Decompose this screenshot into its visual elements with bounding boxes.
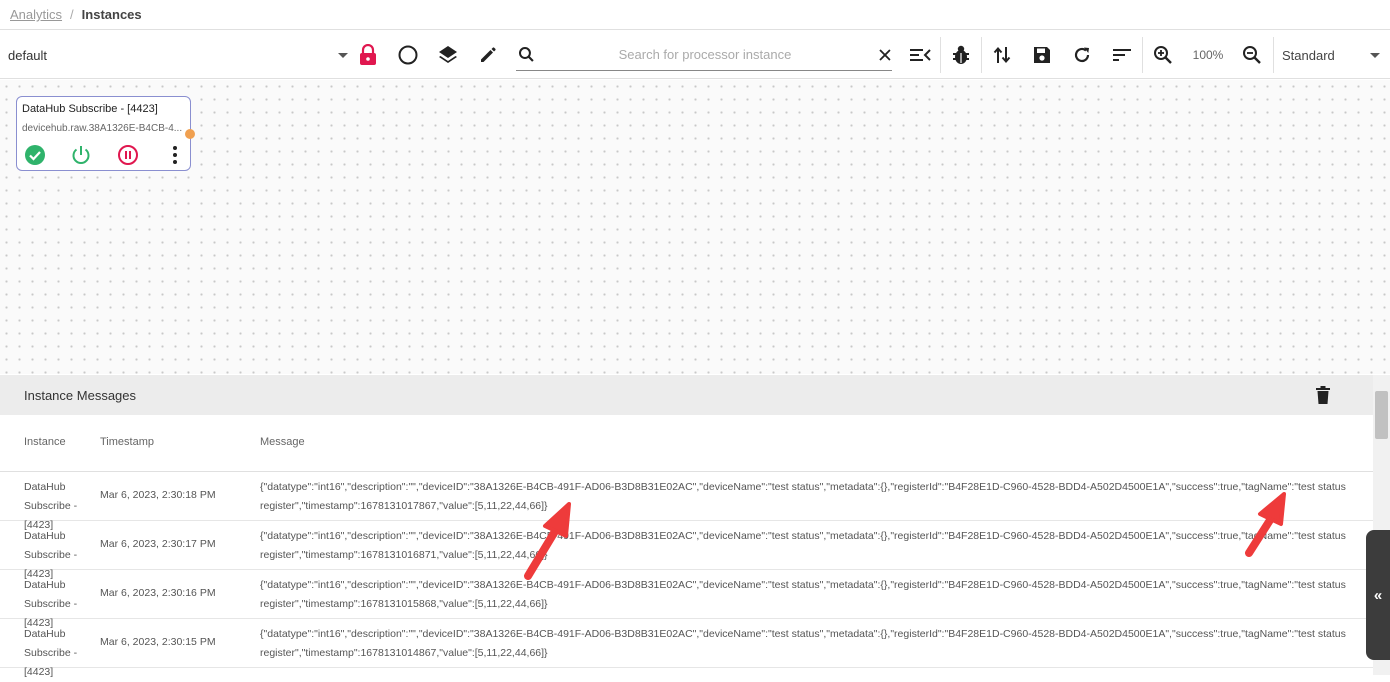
toolbar-divider [1273, 37, 1274, 73]
trash-icon[interactable] [1313, 385, 1333, 405]
row-timestamp: Mar 6, 2023, 2:30:18 PM [100, 489, 216, 501]
circle-tool-button[interactable] [394, 31, 422, 79]
node-title: DataHub Subscribe - [4423] [22, 103, 158, 115]
node-more-button[interactable] [164, 144, 186, 166]
collapse-list-button[interactable] [906, 31, 934, 79]
toolbar: default Search for processor instance 10… [0, 31, 1390, 79]
row-timestamp: Mar 6, 2023, 2:30:16 PM [100, 587, 216, 599]
table-row: DataHub Subscribe - [4423] Mar 6, 2023, … [0, 472, 1373, 531]
node-power-button[interactable] [70, 144, 92, 166]
layers-button[interactable] [434, 31, 462, 79]
messages-scrollbar-thumb[interactable] [1375, 391, 1388, 439]
column-instance: Instance [24, 436, 66, 448]
pause-circle-icon [118, 145, 138, 165]
lock-icon [360, 44, 376, 65]
processor-node[interactable]: DataHub Subscribe - [4423] devicehub.raw… [16, 96, 195, 171]
search-icon [518, 46, 534, 62]
breadcrumb-separator: / [70, 7, 74, 22]
table-row: DataHub Subscribe - [4423] Mar 6, 2023, … [0, 570, 1373, 629]
row-timestamp: Mar 6, 2023, 2:30:15 PM [100, 636, 216, 648]
row-message: {"datatype":"int16","description":"","de… [260, 481, 1346, 512]
lock-button[interactable] [354, 31, 382, 79]
view-select[interactable]: Standard [1282, 31, 1380, 79]
more-vertical-icon [173, 146, 177, 164]
node-output-port[interactable] [185, 129, 195, 139]
refresh-button[interactable] [1068, 31, 1096, 79]
zoom-in-icon [1154, 46, 1172, 64]
search-field [516, 39, 892, 71]
column-message: Message [260, 436, 305, 448]
caret-down-icon [338, 52, 348, 58]
search-input[interactable] [545, 47, 865, 62]
flow-canvas[interactable]: DataHub Subscribe - [4423] devicehub.raw… [0, 80, 1390, 374]
row-message: {"datatype":"int16","description":"","de… [260, 530, 1346, 561]
messages-column-headers: Instance Timestamp Message [0, 415, 1373, 472]
flow-select-value: default [8, 47, 48, 63]
node-pause-button[interactable] [117, 144, 139, 166]
node-actions [24, 144, 184, 166]
debug-button[interactable] [947, 31, 975, 79]
toolbar-divider [1142, 37, 1143, 73]
breadcrumb-current: Instances [81, 7, 142, 22]
sort-icon [1113, 49, 1131, 61]
toolbar-divider [981, 37, 982, 73]
toolbar-divider [940, 37, 941, 73]
messages-title: Instance Messages [24, 387, 137, 403]
save-button[interactable] [1028, 31, 1056, 79]
layers-icon [439, 46, 457, 63]
bug-icon [953, 45, 969, 64]
row-message: {"datatype":"int16","description":"","de… [260, 579, 1346, 610]
messages-header: Instance Messages [0, 375, 1373, 415]
breadcrumb: Analytics / Instances [0, 0, 1390, 30]
check-circle-icon [25, 145, 45, 165]
row-instance: DataHub Subscribe - [4423] [24, 628, 78, 678]
sort-button[interactable] [1108, 31, 1136, 79]
node-topic: devicehub.raw.38A1326E-B4CB-4... [22, 123, 183, 134]
flow-select[interactable]: default [8, 31, 348, 79]
row-message: {"datatype":"int16","description":"","de… [260, 628, 1346, 659]
node-status-ok[interactable] [24, 144, 46, 166]
power-icon [72, 146, 90, 164]
instance-messages-panel: Instance Messages Instance Timestamp Mes… [0, 375, 1373, 678]
close-icon[interactable] [878, 48, 892, 62]
zoom-out-icon [1243, 46, 1261, 64]
table-row: DataHub Subscribe - [4423] Mar 6, 2023, … [0, 619, 1373, 678]
breadcrumb-analytics-link[interactable]: Analytics [10, 7, 62, 22]
zoom-level-text: 100% [1192, 48, 1224, 62]
edit-button[interactable] [474, 31, 502, 79]
view-select-value: Standard [1282, 47, 1335, 63]
table-row: DataHub Subscribe - [4423] Mar 6, 2023, … [0, 521, 1373, 580]
zoom-level: 100% [1186, 31, 1230, 79]
collapse-list-icon [910, 49, 931, 61]
circle-icon [398, 45, 418, 65]
column-timestamp: Timestamp [100, 436, 154, 448]
swap-button[interactable] [988, 31, 1016, 79]
pencil-icon [481, 47, 496, 62]
save-icon [1034, 47, 1050, 63]
double-chevron-left-icon: « [1373, 586, 1383, 604]
swap-vertical-icon [993, 46, 1011, 64]
zoom-out-button[interactable] [1238, 31, 1266, 79]
refresh-icon [1074, 47, 1090, 63]
side-panel-toggle[interactable]: « [1366, 530, 1390, 660]
zoom-in-button[interactable] [1149, 31, 1177, 79]
caret-down-icon [1370, 52, 1380, 58]
row-timestamp: Mar 6, 2023, 2:30:17 PM [100, 538, 216, 550]
